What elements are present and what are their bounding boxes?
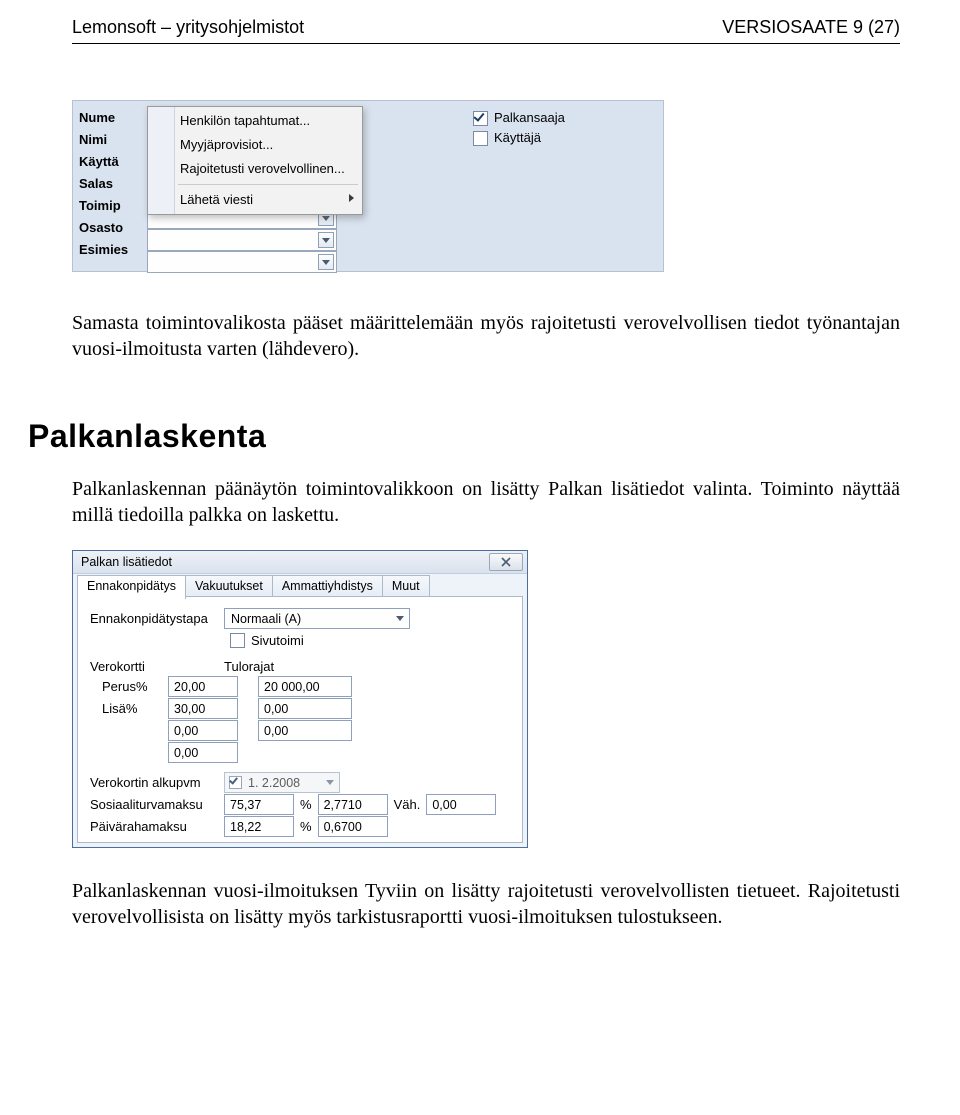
label-sivutoimi: Sivutoimi — [251, 633, 304, 650]
menu-item-rajoitetusti-verovelvollinen[interactable]: Rajoitetusti verovelvollinen... — [148, 157, 362, 181]
menu-item-laheta-viesti[interactable]: Lähetä viesti — [148, 188, 362, 212]
chevron-right-icon — [349, 194, 354, 202]
input-row4-pct[interactable]: 0,00 — [168, 742, 238, 763]
date-value: 1. 2.2008 — [248, 775, 300, 791]
paragraph-2: Palkanlaskennan päänäytön toimintovalikk… — [72, 476, 900, 528]
window-title: Palkan lisätiedot — [81, 555, 172, 569]
input-paiva-val[interactable]: 0,6700 — [318, 816, 388, 837]
dropdown-ennakonpidatystapa[interactable]: Normaali (A) — [224, 608, 410, 629]
label-ennakonpidatystapa: Ennakonpidätystapa — [90, 611, 218, 628]
label-numero: Nume — [79, 107, 145, 129]
context-menu: Henkilön tapahtumat... Myyjäprovisiot...… — [147, 106, 363, 215]
label-verokortin-alkupvm: Verokortin alkupvm — [90, 775, 218, 792]
input-lisa-raja[interactable]: 0,00 — [258, 698, 352, 719]
tab-muut[interactable]: Muut — [382, 575, 430, 598]
label-esimies: Esimies — [79, 239, 145, 261]
label-sosiaaliturvamaksu: Sosiaaliturvamaksu — [90, 797, 218, 814]
checkbox-sivutoimi[interactable] — [230, 633, 245, 648]
checkbox-kayttaja-label: Käyttäjä — [494, 130, 541, 147]
input-row3-raja[interactable]: 0,00 — [258, 720, 352, 741]
input-verokortin-alkupvm[interactable]: 1. 2.2008 — [224, 772, 340, 793]
window-titlebar: Palkan lisätiedot — [73, 551, 527, 574]
menu-item-laheta-viesti-label: Lähetä viesti — [180, 192, 253, 207]
checkbox-kayttaja-wrap[interactable]: Käyttäjä — [473, 129, 541, 147]
header-right: VERSIOSAATE 9 (27) — [722, 16, 900, 39]
checkbox-kayttaja[interactable] — [473, 131, 488, 146]
screenshot-palkan-lisatiedot: Palkan lisätiedot Ennakonpidätys Vakuutu… — [72, 550, 528, 848]
label-lisa: Lisä% — [90, 701, 162, 718]
label-verokortti: Verokortti — [90, 659, 218, 676]
checkbox-palkansaaja[interactable] — [473, 111, 488, 126]
checkbox-palkansaaja-wrap[interactable]: Palkansaaja — [473, 109, 565, 127]
label-perus: Perus% — [90, 679, 162, 696]
input-row3-pct[interactable]: 0,00 — [168, 720, 238, 741]
menu-separator — [178, 184, 358, 185]
screenshot-context-menu: Nume Nimi Käyttä Salas Toimip Osasto Esi… — [72, 100, 664, 272]
tab-ennakonpidatys[interactable]: Ennakonpidätys — [77, 575, 186, 599]
header-left: Lemonsoft – yritysohjelmistot — [72, 16, 304, 39]
tab-panel: Ennakonpidätystapa Normaali (A) Sivutoim… — [77, 596, 523, 843]
label-vah: Väh. — [394, 797, 421, 814]
date-checkbox[interactable] — [229, 776, 242, 789]
form-labels-column: Nume Nimi Käyttä Salas Toimip Osasto Esi… — [79, 107, 145, 261]
input-sotu-val[interactable]: 2,7710 — [318, 794, 388, 815]
heading-palkanlaskenta: Palkanlaskenta — [28, 416, 900, 458]
header-rule — [72, 43, 900, 44]
input-paiva-pct[interactable]: 18,22 — [224, 816, 294, 837]
label-paivarahamaksu: Päivärahamaksu — [90, 819, 218, 836]
close-icon — [501, 557, 511, 567]
label-nimi: Nimi — [79, 129, 145, 151]
tab-strip: Ennakonpidätys Vakuutukset Ammattiyhdist… — [77, 575, 429, 597]
paragraph-1: Samasta toimintovalikosta pääset määritt… — [72, 310, 900, 362]
input-sotu-pct[interactable]: 75,37 — [224, 794, 294, 815]
input-sotu-vah[interactable]: 0,00 — [426, 794, 496, 815]
label-kayttaja: Käyttä — [79, 151, 145, 173]
label-toimipiste: Toimip — [79, 195, 145, 217]
pct-sign-2: % — [300, 819, 312, 836]
label-salasana: Salas — [79, 173, 145, 195]
tab-vakuutukset[interactable]: Vakuutukset — [185, 575, 273, 598]
tab-ammattiyhdistys[interactable]: Ammattiyhdistys — [272, 575, 383, 598]
window-close-button[interactable] — [489, 553, 523, 571]
input-lisa-pct[interactable]: 30,00 — [168, 698, 238, 719]
esimies-dropdown[interactable] — [147, 251, 337, 273]
checkbox-palkansaaja-label: Palkansaaja — [494, 110, 565, 127]
pct-sign-1: % — [300, 797, 312, 814]
paragraph-3: Palkanlaskennan vuosi-ilmoituksen Tyviin… — [72, 878, 900, 930]
osasto-dropdown[interactable] — [147, 229, 337, 251]
menu-item-myyjaprovisiot[interactable]: Myyjäprovisiot... — [148, 133, 362, 157]
input-perus-pct[interactable]: 20,00 — [168, 676, 238, 697]
input-perus-raja[interactable]: 20 000,00 — [258, 676, 352, 697]
label-tulorajat: Tulorajat — [224, 659, 274, 676]
label-osasto: Osasto — [79, 217, 145, 239]
menu-item-henkilon-tapahtumat[interactable]: Henkilön tapahtumat... — [148, 109, 362, 133]
